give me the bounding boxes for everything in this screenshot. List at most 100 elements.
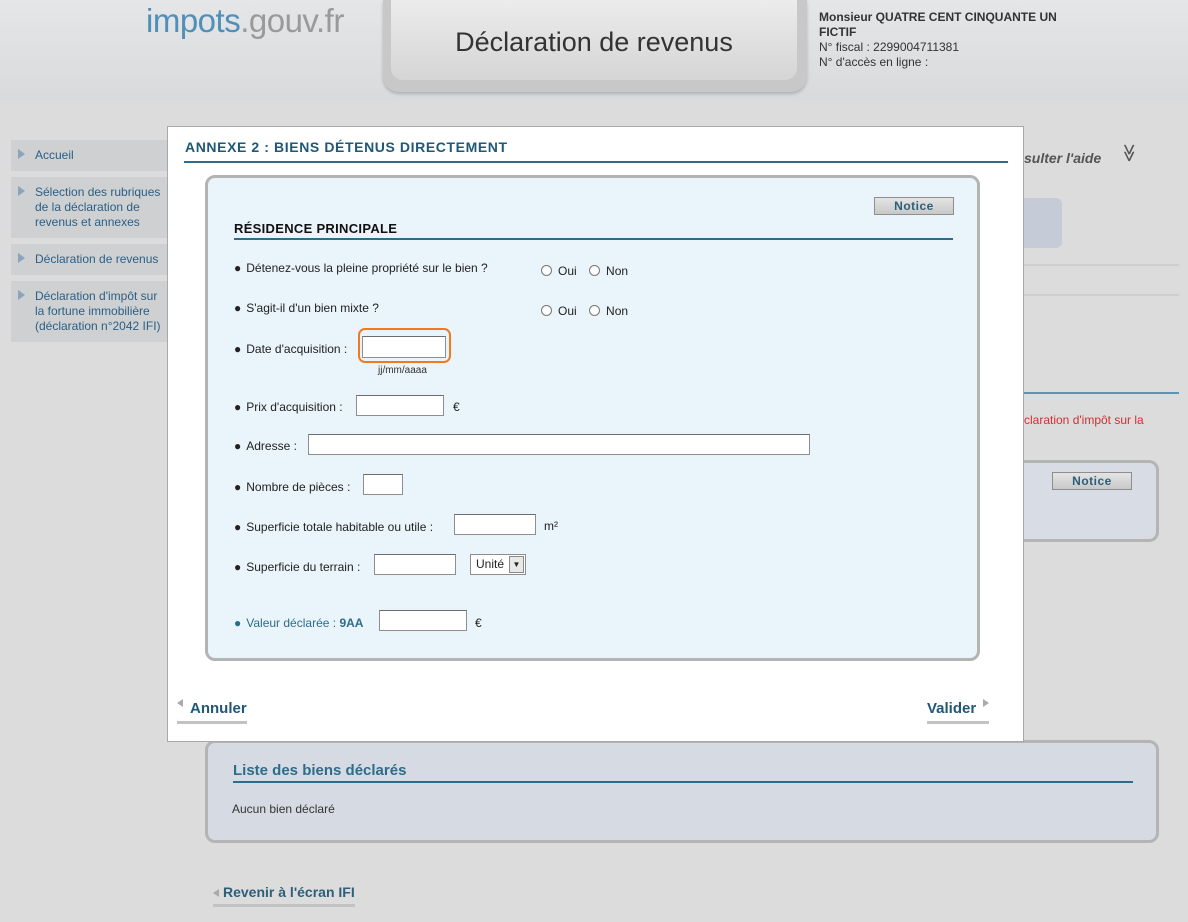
declared-value-code: 9AA <box>339 616 364 630</box>
question-label: Détenez-vous la pleine propriété sur le … <box>246 261 488 275</box>
chevron-down-icon: ▼ <box>509 556 524 573</box>
address-label: Adresse : <box>246 439 297 453</box>
acquisition-date-input[interactable] <box>362 336 446 358</box>
arrow-right-icon <box>18 149 25 159</box>
date-row: ● Date d'acquisition : <box>234 342 347 356</box>
background-panel <box>1024 198 1062 248</box>
sidebar-item-declaration-ifi[interactable]: Déclaration d'impôt sur la fortune immob… <box>11 281 167 342</box>
living-area-input[interactable] <box>454 514 536 535</box>
sidebar-item-label: Sélection des rubriques de la déclaratio… <box>35 185 161 229</box>
mixed-yes-radio[interactable] <box>541 305 552 316</box>
radio-label: Oui <box>558 304 577 318</box>
bullet-icon: ● <box>234 616 242 630</box>
declared-assets-list: Liste des biens déclarés Aucun bien décl… <box>205 740 1159 843</box>
arrow-left-icon <box>177 699 183 707</box>
user-info: Monsieur QUATRE CENT CINQUANTE UN FICTIF… <box>819 10 1069 70</box>
radio-label: Non <box>606 304 629 318</box>
bullet-icon: ● <box>234 560 242 574</box>
validate-label: Valider <box>927 700 977 717</box>
notice-button[interactable]: Notice <box>874 197 954 215</box>
list-title: Liste des biens déclarés <box>233 762 407 779</box>
access-number: N° d'accès en ligne : <box>819 55 929 69</box>
page-title: Déclaration de revenus <box>391 0 797 80</box>
back-link-label: Revenir à l'écran IFI <box>223 884 355 900</box>
annexe-modal: ANNEXE 2 : BIENS DÉTENUS DIRECTEMENT Not… <box>167 126 1024 742</box>
site-header: impots.gouv.fr Déclaration de revenus Mo… <box>0 0 1188 100</box>
date-format-hint: jj/mm/aaaa <box>378 365 427 376</box>
land-area-row: ● Superficie du terrain : <box>234 560 360 574</box>
bullet-icon: ● <box>234 342 242 356</box>
sidebar-item-label: Accueil <box>35 148 74 162</box>
euro-unit: € <box>453 400 460 414</box>
divider <box>184 161 1008 163</box>
mixed-radio-group: Oui Non <box>541 304 637 318</box>
bullet-icon: ● <box>234 400 242 414</box>
radio-label: Oui <box>558 264 577 278</box>
bullet-icon: ● <box>234 261 242 275</box>
rooms-label: Nombre de pièces : <box>246 480 351 494</box>
help-link[interactable]: sulter l'aide <box>1024 150 1101 166</box>
logo-main: impots <box>146 2 241 39</box>
arrow-right-icon <box>983 699 990 707</box>
sidebar-item-accueil[interactable]: Accueil <box>11 140 167 171</box>
price-row: ● Prix d'acquisition : <box>234 400 343 414</box>
question-label: S'agit-il d'un bien mixte ? <box>246 301 379 315</box>
living-area-label: Superficie totale habitable ou utile : <box>246 520 434 534</box>
euro-unit: € <box>475 616 482 630</box>
warning-text: claration d'impôt sur la <box>1024 413 1144 427</box>
arrow-left-icon <box>213 889 219 898</box>
rooms-row: ● Nombre de pièces : <box>234 480 350 494</box>
land-area-input[interactable] <box>374 554 456 575</box>
section-title: RÉSIDENCE PRINCIPALE <box>234 221 398 236</box>
sidebar-item-selection-rubriques[interactable]: Sélection des rubriques de la déclaratio… <box>11 177 167 238</box>
square-meter-unit: m² <box>544 519 558 533</box>
declared-value-row: ● Valeur déclarée : 9AA <box>234 616 363 630</box>
mixed-no-radio[interactable] <box>589 305 601 316</box>
question-mixed: ● S'agit-il d'un bien mixte ? <box>234 301 379 315</box>
logo-suffix: .gouv.fr <box>240 2 344 39</box>
land-area-unit-select[interactable]: Unité ▼ <box>470 554 526 575</box>
bullet-icon: ● <box>234 439 242 453</box>
background-section-box: Notice <box>1024 460 1159 542</box>
validate-button[interactable]: Valider <box>927 699 990 724</box>
divider <box>1024 294 1179 296</box>
address-row: ● Adresse : <box>234 439 297 453</box>
sidebar-item-label: Déclaration d'impôt sur la fortune immob… <box>35 289 161 333</box>
full-ownership-radio-group: Oui Non <box>541 264 637 278</box>
radio-label: Non <box>606 264 629 278</box>
rooms-input[interactable] <box>363 474 403 495</box>
divider <box>1024 392 1179 394</box>
address-input[interactable] <box>308 434 810 455</box>
fiscal-number: N° fiscal : 2299004711381 <box>819 40 960 54</box>
site-logo[interactable]: impots.gouv.fr <box>146 2 344 40</box>
user-name: Monsieur QUATRE CENT CINQUANTE UN FICTIF <box>819 10 1057 39</box>
select-value: Unité <box>476 557 505 571</box>
residence-form: Notice RÉSIDENCE PRINCIPALE ● Détenez-vou… <box>205 175 980 661</box>
full-ownership-yes-radio[interactable] <box>541 265 552 276</box>
arrow-right-icon <box>18 186 25 196</box>
cancel-button[interactable]: Annuler <box>177 699 247 724</box>
divider <box>233 781 1133 783</box>
question-full-ownership: ● Détenez-vous la pleine propriété sur le… <box>234 261 488 275</box>
bullet-icon: ● <box>234 480 242 494</box>
cancel-label: Annuler <box>190 700 247 717</box>
declared-value-input[interactable] <box>379 610 467 631</box>
sidebar-item-label: Déclaration de revenus <box>35 252 159 266</box>
sidebar-item-declaration-revenus[interactable]: Déclaration de revenus <box>11 244 167 275</box>
list-empty-text: Aucun bien déclaré <box>232 802 335 816</box>
double-chevron-down-icon[interactable]: ≫ <box>1119 144 1139 163</box>
price-label: Prix d'acquisition : <box>246 400 343 414</box>
notice-button[interactable]: Notice <box>1052 472 1132 490</box>
divider <box>234 238 953 240</box>
full-ownership-no-radio[interactable] <box>589 265 601 276</box>
declared-value-label: Valeur déclarée : <box>246 616 337 630</box>
back-to-ifi-link[interactable]: Revenir à l'écran IFI <box>213 884 355 907</box>
living-area-row: ● Superficie totale habitable ou utile : <box>234 520 433 534</box>
sidebar: Accueil Sélection des rubriques de la dé… <box>11 140 167 348</box>
page-title-tab: Déclaration de revenus <box>383 0 807 92</box>
date-label: Date d'acquisition : <box>246 342 348 356</box>
acquisition-price-input[interactable] <box>356 395 444 416</box>
bullet-icon: ● <box>234 520 242 534</box>
modal-title: ANNEXE 2 : BIENS DÉTENUS DIRECTEMENT <box>185 139 508 155</box>
bullet-icon: ● <box>234 301 242 315</box>
